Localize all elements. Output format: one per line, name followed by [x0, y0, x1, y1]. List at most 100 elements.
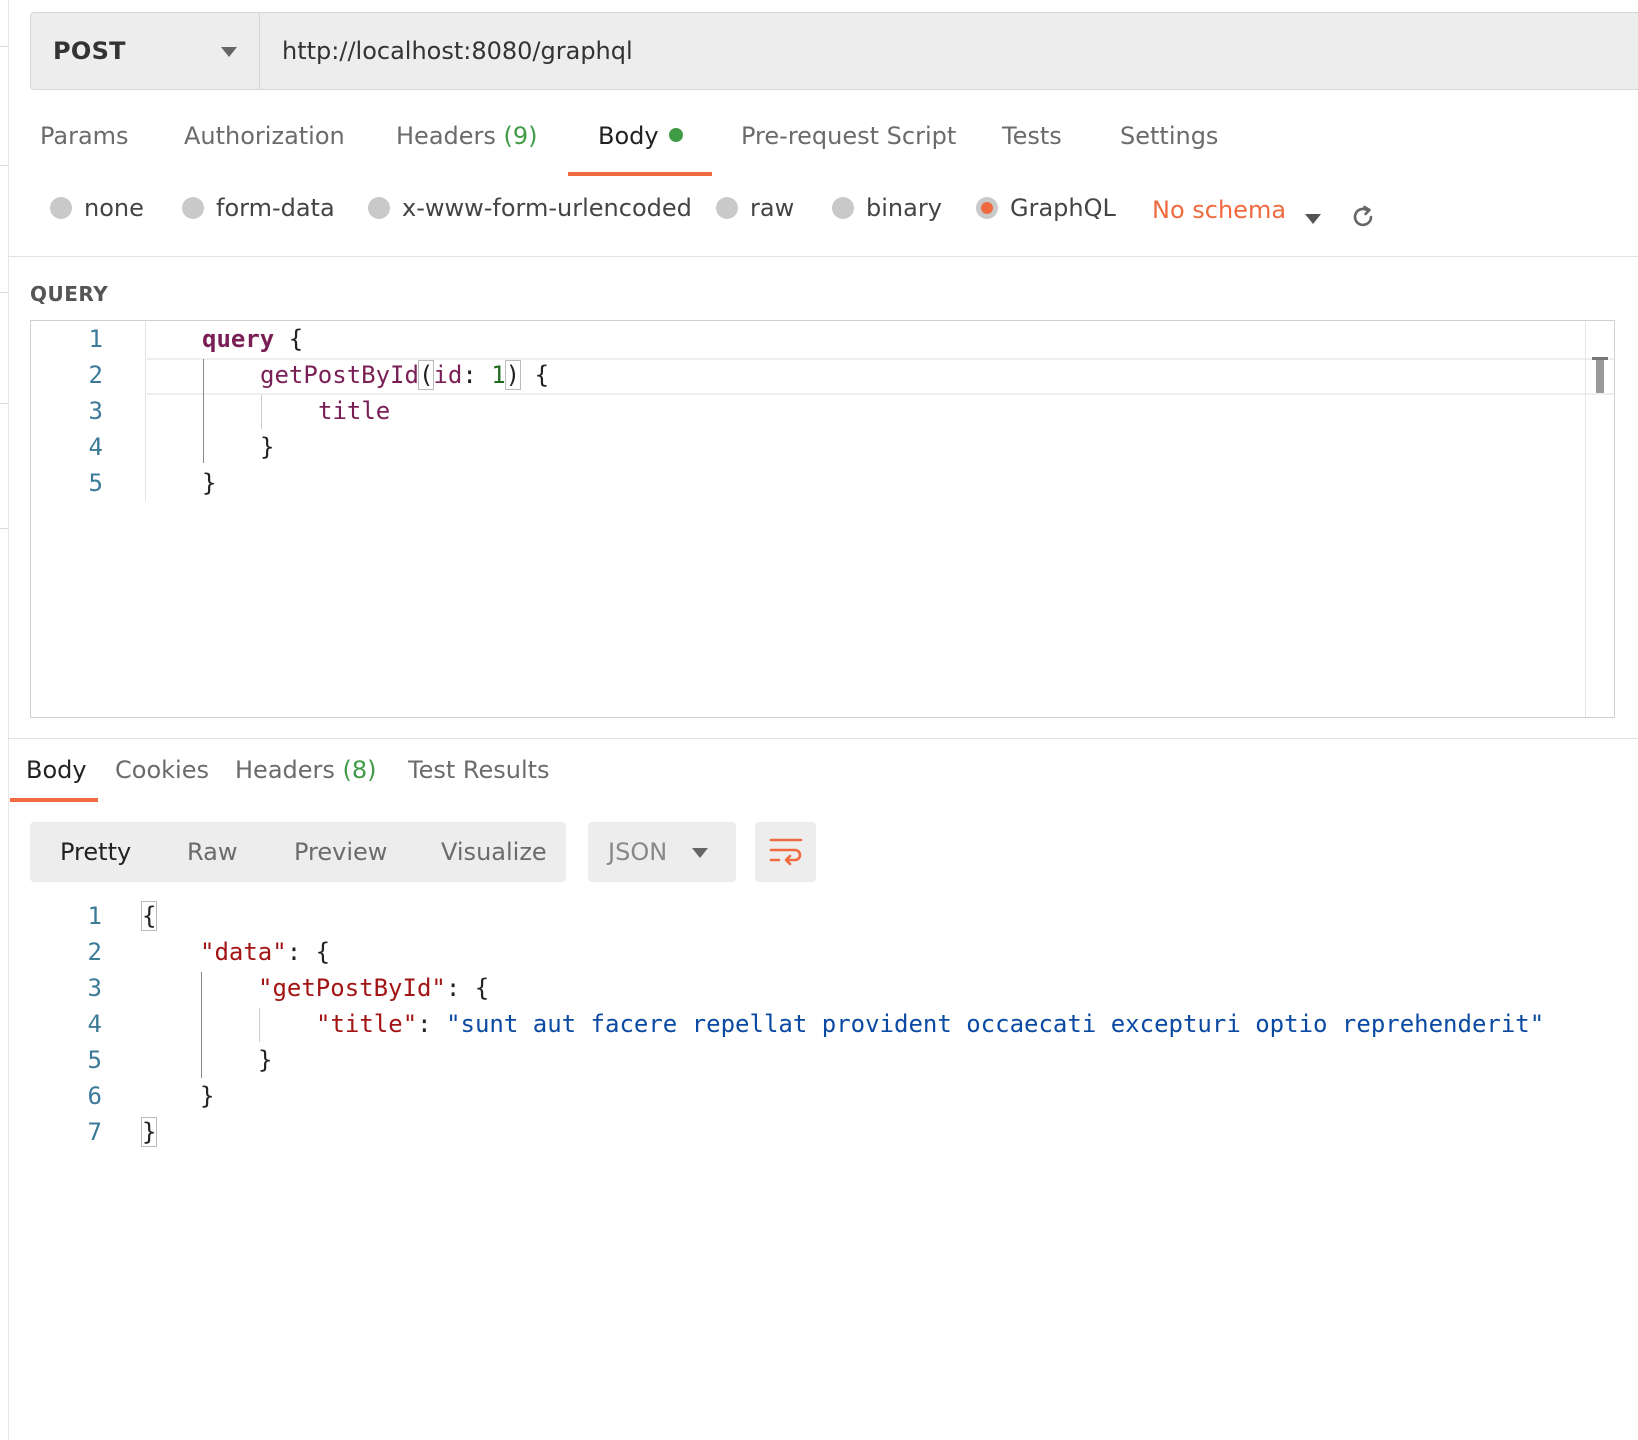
edge-tick	[0, 46, 8, 47]
code-line: getPostById(id: 1) {	[260, 360, 550, 390]
radio-label: raw	[750, 194, 795, 222]
tab-label: Cookies	[115, 756, 209, 784]
indent-guide	[203, 359, 204, 463]
json-key: "data"	[200, 938, 287, 966]
line-number: 2	[88, 361, 103, 389]
schema-select[interactable]: No schema	[1152, 196, 1286, 224]
indent-guide	[261, 395, 262, 429]
view-visualize-button[interactable]: Visualize	[441, 822, 547, 882]
line-number: 3	[87, 974, 102, 1002]
tab-body[interactable]: Body	[598, 122, 683, 170]
tab-label: Pre-request Script	[741, 122, 957, 150]
editor-scrollbar[interactable]	[1585, 321, 1614, 717]
body-set-indicator	[668, 128, 683, 142]
wrap-lines-icon	[769, 838, 803, 866]
tab-label: Tests	[1002, 122, 1062, 150]
view-mode-group: Pretty Raw Preview Visualize	[30, 822, 566, 882]
tab-label: Test Results	[408, 756, 550, 784]
tab-label: Authorization	[184, 122, 345, 150]
radio-label: none	[84, 194, 144, 222]
gutter-separator	[145, 321, 146, 501]
url-input[interactable]	[260, 13, 1638, 89]
code-line: query {	[202, 325, 304, 353]
line-number: 4	[88, 433, 103, 461]
json-line: {	[140, 901, 158, 931]
radio-button[interactable]	[716, 197, 738, 219]
active-tab-indicator	[568, 172, 712, 176]
radio-button-selected[interactable]	[976, 197, 998, 219]
radio-button[interactable]	[50, 197, 72, 219]
radio-button[interactable]	[182, 197, 204, 219]
divider	[8, 738, 1638, 739]
edge-tick	[0, 403, 8, 404]
tab-label: Body	[598, 122, 659, 150]
query-editor[interactable]: 1 2 3 4 5 query { getPostById(id: 1) { t…	[30, 320, 1615, 718]
tab-tests[interactable]: Tests	[1002, 122, 1062, 170]
line-number: 4	[87, 1010, 102, 1038]
json-string-value: "sunt aut facere repellat provident occa…	[446, 1010, 1545, 1038]
line-number: 3	[88, 397, 103, 425]
request-url-bar: POST	[30, 12, 1638, 90]
code-line: title	[318, 397, 391, 425]
format-label: JSON	[608, 838, 668, 866]
code-line: }	[260, 433, 275, 461]
edge-tick	[0, 165, 8, 166]
json-line: }	[200, 1082, 215, 1110]
tab-pre-request-script[interactable]: Pre-request Script	[741, 122, 956, 170]
radio-urlencoded[interactable]: x-www-form-urlencoded	[368, 194, 692, 222]
wrap-lines-button[interactable]	[755, 822, 816, 882]
edge-tick	[0, 292, 8, 293]
tab-label: Settings	[1120, 122, 1219, 150]
tab-label: Headers	[396, 122, 496, 150]
tab-label: Params	[40, 122, 129, 150]
line-number: 1	[88, 325, 103, 353]
radio-button[interactable]	[368, 197, 390, 219]
radio-none[interactable]: none	[50, 194, 144, 222]
line-number: 5	[87, 1046, 102, 1074]
json-key: "title"	[316, 1010, 418, 1038]
view-pretty-button[interactable]: Pretty	[60, 822, 131, 882]
response-tab-test-results[interactable]: Test Results	[408, 756, 550, 784]
response-tab-cookies[interactable]: Cookies	[115, 756, 209, 784]
edge-tick	[0, 528, 8, 529]
format-select[interactable]: JSON	[588, 822, 736, 882]
method-select[interactable]: POST	[31, 13, 260, 89]
line-number: 5	[88, 469, 103, 497]
caret-down-icon[interactable]	[1305, 214, 1321, 224]
radio-button[interactable]	[832, 197, 854, 219]
tab-settings[interactable]: Settings	[1120, 122, 1218, 170]
tab-headers[interactable]: Headers (9)	[396, 122, 538, 170]
query-label: QUERY	[30, 282, 109, 306]
active-response-tab-indicator	[10, 798, 98, 802]
method-label: POST	[53, 37, 126, 65]
tab-params[interactable]: Params	[40, 122, 129, 170]
window-edge	[8, 0, 9, 1440]
headers-count: (8)	[342, 756, 377, 784]
text-cursor-icon	[1592, 357, 1608, 393]
radio-form-data[interactable]: form-data	[182, 194, 335, 222]
radio-binary[interactable]: binary	[832, 194, 942, 222]
line-number: 1	[87, 902, 102, 930]
response-tab-body[interactable]: Body	[26, 756, 87, 784]
radio-label: form-data	[216, 194, 335, 222]
line-number: 7	[87, 1118, 102, 1146]
caret-down-icon	[692, 848, 708, 858]
refresh-icon[interactable]	[1350, 204, 1376, 230]
radio-label: GraphQL	[1010, 194, 1116, 222]
tab-label: Headers	[235, 756, 335, 784]
json-line: "data": {	[200, 938, 331, 966]
radio-raw[interactable]: raw	[716, 194, 794, 222]
radio-graphql[interactable]: GraphQL	[976, 194, 1116, 222]
line-number: 2	[87, 938, 102, 966]
tab-label: Body	[26, 756, 87, 784]
json-line: "title": "sunt aut facere repellat provi…	[316, 1010, 1545, 1038]
caret-down-icon	[221, 47, 237, 57]
tab-authorization[interactable]: Authorization	[184, 122, 345, 170]
headers-count: (9)	[503, 122, 538, 150]
response-tab-headers[interactable]: Headers (8)	[235, 756, 377, 784]
view-preview-button[interactable]: Preview	[294, 822, 387, 882]
view-raw-button[interactable]: Raw	[187, 822, 237, 882]
json-key: "getPostById"	[258, 974, 446, 1002]
json-line: }	[140, 1117, 158, 1147]
code-line: }	[202, 469, 217, 497]
